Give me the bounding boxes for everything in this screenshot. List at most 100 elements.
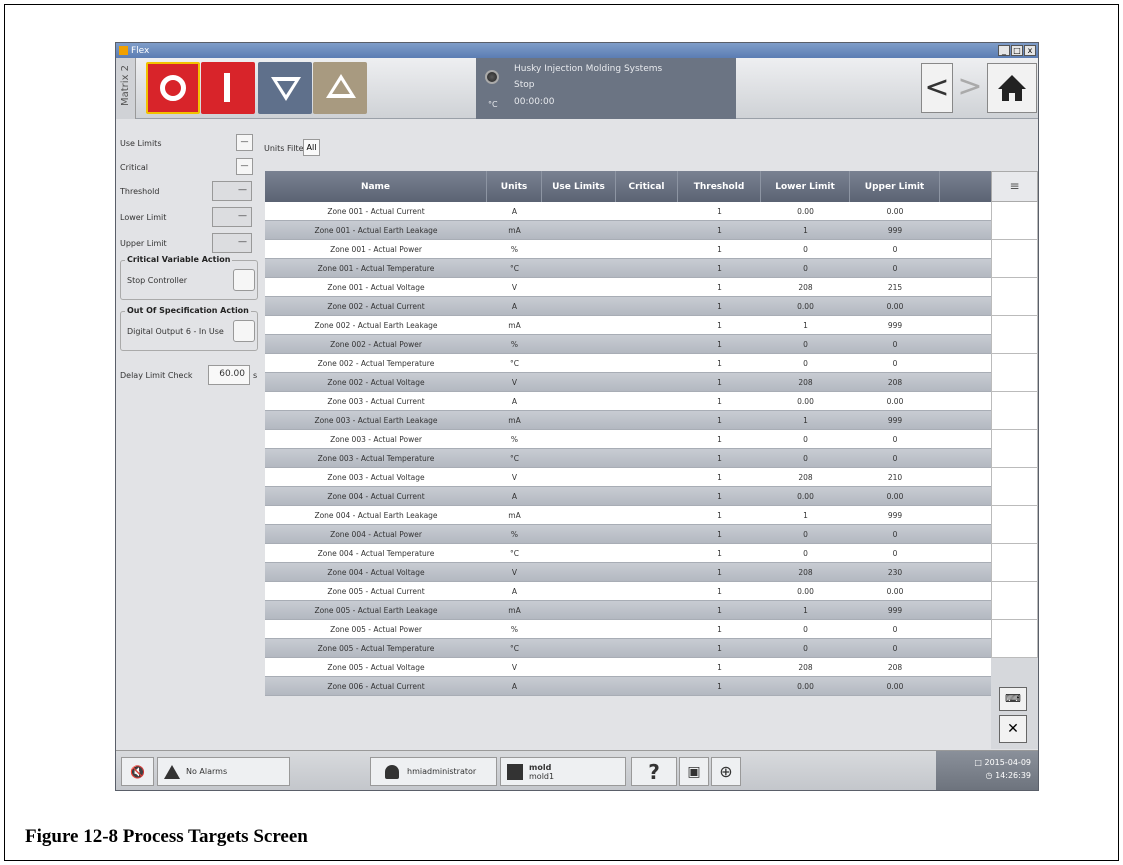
flex-window: Flex _ □ x Matrix 2 °C Husky Injection M… [115,42,1039,791]
table-row[interactable]: Zone 001 - Actual Power% 1 0 0 [265,240,991,259]
col-critical-cell [616,639,678,657]
col-name-cell: Zone 004 - Actual Voltage [327,567,425,577]
header-col-upper-limit[interactable]: Upper Limit [850,171,940,202]
table-row[interactable]: Zone 002 - Actual Earth Leakage mA 1 1 999 [265,316,991,335]
table-row[interactable]: Zone 003 - Actual Current A 1 0.00 0.00 [265,392,991,411]
lower-limit-field[interactable]: — [212,207,252,227]
table-row[interactable]: Zone 001 - Actual Earth Leakage mA 1 1 999 [265,221,991,240]
table-row[interactable]: Zone 005 - Actual Power% 1 0 0 [265,620,991,639]
table-row[interactable]: Zone 002 - Actual Voltage V 1 208 208 [265,373,991,392]
table-row[interactable]: Zone 002 - Actual Temperature °C 1 0 0 [265,354,991,373]
increase-button[interactable] [313,62,367,114]
table-body: Zone 001 - Actual Current A 1 0.00 0.00 Zone … [265,202,991,696]
col-upper-limit-cell: 0.00 [886,586,904,596]
clear-button[interactable]: ✕ [999,715,1027,743]
table-row[interactable]: Zone 005 - Actual Temperature °C 1 0 0 [265,639,991,658]
table-row[interactable]: Zone 003 - Actual Temperature °C 1 0 0 [265,449,991,468]
help-button[interactable]: ? [631,757,677,786]
table-row[interactable]: Zone 001 - Actual Voltage V 1 208 215 [265,278,991,297]
col-threshold-cell: 1 [717,662,722,672]
col-name-cell: Zone 005 - Actual Earth Leakage [314,605,438,615]
col-use-limits-cell [542,240,616,258]
col-threshold-cell: 1 [717,415,722,425]
keyboard-button[interactable]: ⌨ [999,687,1027,711]
upper-limit-field[interactable]: — [212,233,252,253]
use-limits-checkbox[interactable]: — [236,134,253,151]
table-row[interactable]: Zone 004 - Actual Current A 1 0.00 0.00 [265,487,991,506]
mute-button[interactable]: 🔇 [121,757,154,786]
table-row[interactable]: Zone 006 - Actual Current A 1 0.00 0.00 [265,677,991,696]
oos-action-checkbox[interactable] [233,320,255,342]
alarms-button[interactable]: No Alarms [157,757,290,786]
threshold-field[interactable]: — [212,181,252,201]
table-row[interactable]: Zone 001 - Actual Current A 1 0.00 0.00 [265,202,991,221]
screenshot-button[interactable]: ▣ [679,757,709,786]
table-row[interactable]: Zone 005 - Actual Current A 1 0.00 0.00 [265,582,991,601]
col-threshold-cell: 1 [717,605,722,615]
col-lower-limit-cell: 1 [803,225,808,235]
minimize-button[interactable]: _ [998,45,1010,56]
back-button[interactable]: < [921,63,953,113]
decrease-button[interactable] [258,62,312,114]
user-button[interactable]: hmiadministrator [370,757,497,786]
delay-limit-field[interactable]: 60.00 [208,365,250,385]
col-name-cell: Zone 003 - Actual Temperature [317,453,435,463]
table-row[interactable]: Zone 004 - Actual Temperature °C 1 0 0 [265,544,991,563]
mold-button[interactable]: mold mold1 [500,757,626,786]
col-units-cell: V [511,377,518,387]
table-row[interactable]: Zone 002 - Actual Power% 1 0 0 [265,335,991,354]
table-row[interactable]: Zone 004 - Actual Power% 1 0 0 [265,525,991,544]
language-button[interactable]: ⊕ [711,757,741,786]
col-critical-cell [616,582,678,600]
col-units-cell: V [511,472,518,482]
time: ◷ 14:26:39 [985,771,1031,780]
col-units-cell: A [511,681,518,691]
col-use-limits-cell [542,563,616,581]
home-button[interactable] [987,63,1037,113]
col-critical-cell [616,525,678,543]
maximize-button[interactable]: □ [1011,45,1023,56]
units-filter-select[interactable]: All [303,139,320,156]
col-use-limits-cell [542,392,616,410]
col-threshold-cell: 1 [717,548,722,558]
critical-label: Critical [120,162,148,172]
col-use-limits-cell [542,544,616,562]
table-row[interactable]: Zone 005 - Actual Earth Leakage mA 1 1 999 [265,601,991,620]
stop-button[interactable] [146,62,200,114]
col-lower-limit-cell: 0.00 [797,206,814,216]
critical-action-checkbox[interactable] [233,269,255,291]
side-cell [991,468,1038,506]
col-units-cell: mA [508,605,521,615]
start-button[interactable] [201,62,255,114]
side-cell [991,392,1038,430]
col-lower-limit-cell: 0.00 [797,396,814,406]
table-row[interactable]: Zone 002 - Actual Current A 1 0.00 0.00 [265,297,991,316]
table-row[interactable]: Zone 003 - Actual Earth Leakage mA 1 1 999 [265,411,991,430]
critical-checkbox[interactable]: — [236,158,253,175]
close-button[interactable]: x [1024,45,1036,56]
col-threshold-cell: 1 [717,206,722,216]
table-row[interactable]: Zone 003 - Actual Voltage V 1 208 210 [265,468,991,487]
col-critical-cell [616,563,678,581]
process-targets-table: Name Units Use Limits Critical Threshold Lowe… [265,171,991,749]
col-use-limits-cell [542,468,616,486]
header-col-name[interactable]: Name [265,171,487,202]
side-cell [991,582,1038,620]
col-critical-cell [616,335,678,353]
header-col-critical[interactable]: Critical [616,171,678,202]
table-row[interactable]: Zone 001 - Actual Temperature °C 1 0 0 [265,259,991,278]
col-use-limits-cell [542,297,616,315]
header-col-lower-limit[interactable]: Lower Limit [761,171,850,202]
header-col-use-limits[interactable]: Use Limits [542,171,616,202]
table-row[interactable]: Zone 003 - Actual Power% 1 0 0 [265,430,991,449]
column-menu-button[interactable]: ≡ [991,171,1038,202]
table-row[interactable]: Zone 004 - Actual Voltage V 1 208 230 [265,563,991,582]
table-row[interactable]: Zone 004 - Actual Earth Leakage mA 1 1 999 [265,506,991,525]
header-col-units[interactable]: Units [487,171,542,202]
col-name-cell: Zone 003 - Actual Earth Leakage [314,415,438,425]
forward-button[interactable]: > [954,63,986,113]
col-units-cell: mA [508,510,521,520]
header-col-threshold[interactable]: Threshold [678,171,761,202]
table-row[interactable]: Zone 005 - Actual Voltage V 1 208 208 [265,658,991,677]
matrix-tab[interactable]: Matrix 2 [116,58,136,119]
